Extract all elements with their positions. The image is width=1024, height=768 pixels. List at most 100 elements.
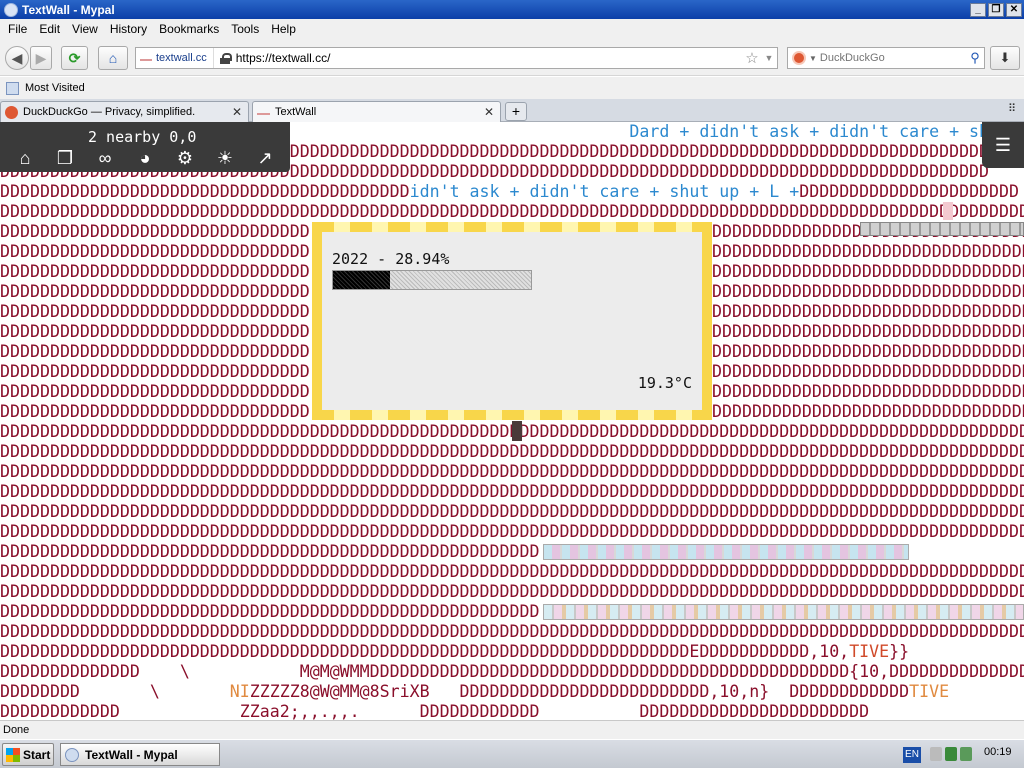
window-title: TextWall - Mypal	[22, 2, 115, 17]
wall-text: M@M@WMMDDDDDDDDDDDDDDDDDDDDDDDDDDDDDDDDD…	[299, 662, 1024, 681]
wall-text: DDDDDDDDDDDDDDDDDDDDDDDDDDDDDDDDDDDDDDDD…	[0, 182, 410, 201]
tab-duckduckgo[interactable]: DuckDuckGo — Privacy, simplified. ✕	[0, 101, 249, 122]
url-input[interactable]	[235, 51, 743, 65]
wall-row: DDDDDDDDDDDDDDDDDDDDDDDDDDDDDDDDDDDDDDDD…	[0, 542, 540, 561]
wall-text-blue: idn't ask + didn't care + shut up + L +	[409, 182, 800, 201]
wall-row: DDDDDDDDDDDDDDDDDDDDDDDDDDDDDDDDDDDDDDDD…	[0, 582, 1024, 601]
tray-security-icon[interactable]	[960, 747, 972, 761]
lock-icon	[219, 52, 232, 64]
wall-row: DDDDDDDDDDDDDDDDDDDDDDDDDDDDDDD	[0, 282, 310, 301]
minimize-button[interactable]: _	[970, 2, 986, 17]
wall-row: DDDDDDDDDDDDDDDDDDDDDDDDDDDDDDDDD	[712, 262, 1024, 281]
tray-network-icon[interactable]	[945, 747, 957, 761]
clock[interactable]: 00:19	[984, 746, 1012, 758]
wall-row: DDDDDDDDDDDDDDDDDDDDDDDDDDDDDDDDDDDDDDDD…	[0, 502, 1024, 521]
mypal-app-icon	[4, 2, 18, 17]
search-input[interactable]	[819, 52, 966, 64]
bookmarks-toolbar: Most Visited	[0, 77, 1024, 99]
wall-row: DDDDDDDDDDDDDDDDDDDDDDDDDDDDDDDDD	[712, 282, 1024, 301]
wall-text: DDDDDDDD \	[0, 682, 230, 701]
new-tab-button[interactable]: +	[505, 102, 527, 121]
bookmark-most-visited[interactable]: Most Visited	[25, 82, 85, 94]
menu-file[interactable]: File	[2, 22, 33, 36]
wall-row: DDDDDDDDDDDDDDDDDDDDDDDDDDDDDDDDD	[712, 362, 1024, 381]
wall-row: DDDDDDDDDDDDDDDDDDDDDDDDDDDDDDDDDDDDDDDD…	[0, 562, 1024, 581]
link-icon[interactable]: ∞	[94, 147, 116, 169]
tab-strip: DuckDuckGo — Privacy, simplified. ✕ Text…	[0, 99, 1024, 122]
menu-history[interactable]: History	[104, 22, 153, 36]
wall-row: DDDDDDDDDDDDDDDDDDDDDDDDDDDDDDD	[0, 402, 310, 421]
wall-row: DDDDDDDDDDDDDDDDDDDDDDDDDDDDDDDDD	[712, 322, 1024, 341]
forward-button[interactable]: ▶	[30, 46, 52, 70]
duckduckgo-icon	[792, 51, 806, 65]
url-dropdown-icon[interactable]: ▼	[761, 53, 777, 63]
wall-text-red: TIVE	[849, 642, 890, 661]
back-button[interactable]: ◀	[5, 46, 29, 70]
close-button[interactable]: ✕	[1006, 2, 1022, 17]
search-engine-dropdown-icon[interactable]: ▼	[809, 54, 817, 63]
maximize-button[interactable]: ❐	[988, 2, 1004, 17]
search-icon[interactable]: ⚲	[966, 50, 984, 66]
wall-row: DDDDDDDD \ NIZZZZZ8@W@MM@8SriXB DDDDDDDD…	[0, 682, 949, 702]
home-icon[interactable]: ⌂	[14, 147, 36, 169]
tray-info-icon[interactable]	[930, 747, 942, 761]
year-progress-bar	[332, 270, 532, 290]
menu-view[interactable]: View	[66, 22, 104, 36]
wall-text: DDDDDDDDDDDDDD \	[0, 662, 300, 681]
site-identity-label: textwall.cc	[156, 52, 207, 64]
mypal-app-icon	[65, 747, 79, 762]
gear-icon[interactable]: ⚙	[174, 147, 196, 169]
wall-text-orange: TIVE	[909, 682, 950, 701]
tab-label: DuckDuckGo — Privacy, simplified.	[23, 106, 196, 118]
wall-row: DDDDDDDDDDDDDDDDDDDDDDDDDDDDDDDDD	[712, 342, 1024, 361]
bitmap-text-strip	[860, 222, 1024, 236]
menu-bookmarks[interactable]: Bookmarks	[153, 22, 225, 36]
arrow-up-right-icon[interactable]: ↗	[254, 147, 276, 169]
tab-close-icon[interactable]: ✕	[230, 105, 244, 119]
wall-row: DDDDDDDDDDDDDDDDDDDDDDDDDDDDDDDDDDDDDDDD…	[0, 442, 1024, 461]
bitmap-text-strip	[543, 604, 1024, 620]
start-button[interactable]: Start	[2, 743, 54, 766]
wall-text: ZZZZZ8@W@MM@8SriXB DDDDDDDDDDDDDDDDDDDDD…	[249, 682, 910, 701]
site-identity-chip[interactable]: textwall.cc	[136, 48, 214, 68]
most-visited-icon	[6, 81, 19, 95]
downloads-button[interactable]: ⬇	[990, 46, 1020, 70]
start-label: Start	[23, 747, 51, 762]
language-indicator[interactable]: EN	[903, 747, 921, 763]
search-bar[interactable]: ▼ ⚲	[787, 47, 985, 69]
menu-tools[interactable]: Tools	[225, 22, 265, 36]
wall-row: DDDDDDDDDDDDDDDDDDDDDDDDDDDDDDD	[0, 382, 310, 401]
wall-row: DDDDDDDDDDDDDDDDDDDDDDDDDDDDDDDDDDDDDDDD…	[0, 522, 1024, 541]
bookmark-star-icon[interactable]: ☆	[743, 49, 761, 67]
wall-row: DDDDDDDDDDDDDDDDDDDDDDDDDDDDDDD	[0, 222, 310, 241]
copy-icon[interactable]: ❐	[54, 147, 76, 169]
url-bar[interactable]: textwall.cc ☆ ▼	[135, 47, 778, 69]
home-button[interactable]: ⌂	[98, 46, 128, 70]
tab-close-icon[interactable]: ✕	[482, 105, 496, 119]
system-tray	[930, 747, 975, 763]
window-title-bar: TextWall - Mypal _ ❐ ✕	[0, 0, 1024, 19]
chat-icon[interactable]: ☰	[982, 122, 1024, 168]
wall-row: DDDDDDDDDDDDDDDDDDDDDDDDDDDDDDD	[0, 342, 310, 361]
taskbar-item-mypal[interactable]: TextWall - Mypal	[60, 743, 220, 766]
wall-row: DDDDDDDDDDDDDDDDDDDDDDDDDDDDDDDDDDDDDDDD…	[0, 642, 909, 662]
text-cursor	[512, 421, 522, 441]
reload-button[interactable]: ⟳	[61, 46, 88, 70]
menu-edit[interactable]: Edit	[33, 22, 66, 36]
wall-row: DDDDDDDDDDDDDD \ M@M@WMMDDDDDDDDDDDDDDDD…	[0, 662, 1024, 682]
brightness-icon[interactable]: ☀	[214, 147, 236, 169]
wall-row: DDDDDDDDDDDDDDDDDDDDDDDDDDDDDDDDD	[712, 302, 1024, 321]
navigation-toolbar: ◀ ▶ ⟳ ⌂ textwall.cc ☆ ▼ ▼ ⚲ ⬇	[0, 39, 1024, 76]
wall-text: }}	[889, 642, 910, 661]
menu-help[interactable]: Help	[265, 22, 302, 36]
widget-panel: 2022 - 28.94% 19.3°C	[322, 232, 702, 410]
tab-textwall[interactable]: TextWall ✕	[252, 101, 501, 122]
text-wall-canvas[interactable]: Dard + didn't ask + didn't care + shut u…	[0, 122, 1024, 720]
wall-row: DDDDDDDDDDDDDDDDDDDDDDDDDDDDDDD	[0, 362, 310, 381]
tab-label: TextWall	[275, 106, 317, 118]
wall-row: DDDDDDDDDDDDDDDDDDDDDDDDDDDDDDD	[0, 262, 310, 281]
palette-icon[interactable]: ◕	[134, 147, 156, 169]
wall-row: DDDDDDDDDDDDDDDDDDDDDDDDDDDDDDDDDDDDDDDD…	[0, 482, 1024, 501]
tab-list-icon[interactable]: ⠿	[1008, 104, 1018, 115]
year-progress-widget: 2022 - 28.94% 19.3°C	[312, 222, 712, 420]
